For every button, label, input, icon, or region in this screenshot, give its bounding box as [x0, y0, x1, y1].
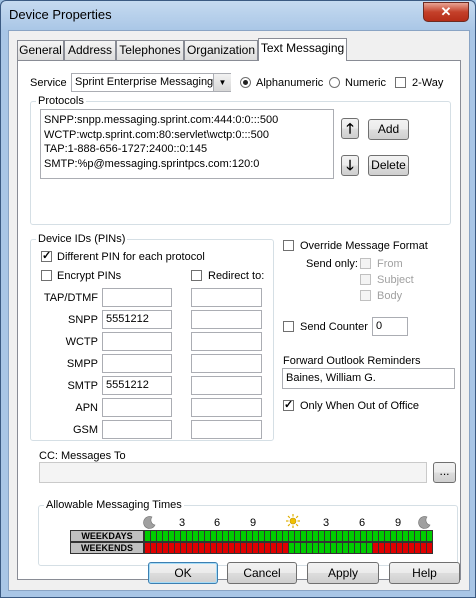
- alphanumeric-label: Alphanumeric: [256, 77, 324, 89]
- pin-label-snpp: SNPP: [68, 314, 98, 326]
- pin-input-snpp[interactable]: 5551212: [102, 310, 172, 329]
- moon-icon: [143, 516, 156, 529]
- redirect-input-smpp[interactable]: [191, 354, 262, 373]
- cc-input[interactable]: [39, 462, 427, 483]
- weekdays-label: WEEKDAYS: [70, 530, 144, 542]
- list-item[interactable]: SNPP:snpp.messaging.sprint.com:444:0:0::…: [44, 113, 330, 128]
- text-messaging-panel: Service Sprint Enterprise Messaging ▼ Al…: [17, 60, 461, 580]
- close-icon: ✕: [440, 4, 452, 19]
- from-checkbox[interactable]: [360, 258, 371, 269]
- add-protocol-button[interactable]: Add: [368, 119, 409, 140]
- tab-address[interactable]: Address: [64, 40, 116, 60]
- only-when-out-checkbox[interactable]: ✓: [283, 400, 294, 411]
- redirect-input-wctp[interactable]: [191, 332, 262, 351]
- send-counter-label: Send Counter: [300, 321, 368, 333]
- hour-label: 9: [395, 517, 402, 529]
- weekends-label: WEEKENDS: [70, 542, 144, 554]
- cancel-button[interactable]: Cancel: [227, 562, 297, 584]
- move-up-button[interactable]: 🡑: [341, 118, 359, 139]
- redirect-input-snpp[interactable]: [191, 310, 262, 329]
- tab-telephones[interactable]: Telephones: [116, 40, 184, 60]
- pin-input-smtp[interactable]: 5551212: [102, 376, 172, 395]
- pin-label-tap: TAP/DTMF: [43, 292, 98, 304]
- device-ids-title: Device IDs (PINs): [36, 233, 128, 245]
- moon-icon: [418, 516, 431, 529]
- pin-label-gsm: GSM: [72, 424, 98, 436]
- numeric-radio[interactable]: [329, 77, 340, 88]
- tab-general[interactable]: General: [17, 40, 64, 60]
- redirect-input-tap[interactable]: [191, 288, 262, 307]
- alphanumeric-radio[interactable]: [240, 77, 251, 88]
- dialog-window: Device Properties ✕ General Address Tele…: [0, 0, 476, 598]
- redirect-input-apn[interactable]: [191, 398, 262, 417]
- reminders-input[interactable]: Baines, William G.: [282, 368, 455, 389]
- body-checkbox[interactable]: [360, 290, 371, 301]
- different-pin-label: Different PIN for each protocol: [57, 251, 205, 263]
- messaging-times-title: Allowable Messaging Times: [44, 499, 184, 511]
- encrypt-pins-checkbox[interactable]: [41, 270, 52, 281]
- override-format-checkbox[interactable]: [283, 240, 294, 251]
- time-slot-cell[interactable]: [426, 542, 433, 554]
- send-counter-input[interactable]: 0: [372, 317, 408, 336]
- redirect-to-checkbox[interactable]: [191, 270, 202, 281]
- arrow-down-icon: 🡓: [346, 157, 354, 173]
- two-way-checkbox[interactable]: [395, 77, 406, 88]
- encrypt-pins-label: Encrypt PINs: [57, 270, 122, 282]
- redirect-input-gsm[interactable]: [191, 420, 262, 439]
- hour-label: 9: [250, 517, 257, 529]
- tab-organization[interactable]: Organization: [184, 40, 258, 60]
- list-item[interactable]: TAP:1-888-656-1727:2400::0:145: [44, 142, 330, 157]
- service-value: Sprint Enterprise Messaging: [75, 76, 214, 88]
- pin-input-smpp[interactable]: [102, 354, 172, 373]
- redirect-input-smtp[interactable]: [191, 376, 262, 395]
- window-title: Device Properties: [9, 7, 112, 22]
- cc-browse-button[interactable]: ...: [433, 462, 456, 483]
- arrow-up-icon: 🡑: [346, 120, 354, 136]
- title-bar[interactable]: Device Properties ✕: [1, 1, 475, 29]
- hour-label: 6: [359, 517, 366, 529]
- pin-input-gsm[interactable]: [102, 420, 172, 439]
- list-item[interactable]: WCTP:wctp.sprint.com:80:servlet\wctp:0::…: [44, 128, 330, 143]
- service-label: Service: [30, 77, 67, 89]
- tab-text-messaging[interactable]: Text Messaging: [258, 38, 347, 61]
- hour-label: 3: [179, 517, 186, 529]
- pin-input-tap[interactable]: [102, 288, 172, 307]
- pin-label-apn: APN: [75, 402, 98, 414]
- two-way-label: 2-Way: [412, 77, 444, 89]
- chevron-down-icon[interactable]: ▼: [213, 74, 231, 91]
- protocols-list[interactable]: SNPP:snpp.messaging.sprint.com:444:0:0::…: [40, 109, 334, 179]
- only-when-out-label: Only When Out of Office: [300, 400, 420, 412]
- send-only-label: Send only:: [306, 258, 358, 270]
- pin-label-smtp: SMTP: [67, 380, 98, 392]
- protocols-title: Protocols: [36, 95, 86, 107]
- numeric-label: Numeric: [345, 77, 386, 89]
- reminders-label: Forward Outlook Reminders: [283, 355, 421, 367]
- hour-label: 6: [214, 517, 221, 529]
- from-label: From: [377, 258, 403, 270]
- delete-protocol-button[interactable]: Delete: [368, 155, 409, 176]
- pin-input-apn[interactable]: [102, 398, 172, 417]
- hour-label: 3: [323, 517, 330, 529]
- ok-button[interactable]: OK: [148, 562, 218, 584]
- pin-label-wctp: WCTP: [65, 336, 98, 348]
- list-item[interactable]: SMTP:%p@messaging.sprintpcs.com:120:0: [44, 157, 330, 172]
- move-down-button[interactable]: 🡓: [341, 155, 359, 176]
- service-select[interactable]: Sprint Enterprise Messaging: [71, 73, 231, 92]
- subject-label: Subject: [377, 274, 414, 286]
- help-button[interactable]: Help: [389, 562, 460, 584]
- sun-icon: [286, 514, 300, 528]
- time-slot-cell[interactable]: [426, 530, 433, 542]
- body-label: Body: [377, 290, 403, 302]
- redirect-to-label: Redirect to:: [208, 270, 265, 282]
- different-pin-checkbox[interactable]: ✓: [41, 251, 52, 262]
- dialog-client: General Address Telephones Organization …: [8, 30, 470, 591]
- pin-input-wctp[interactable]: [102, 332, 172, 351]
- apply-button[interactable]: Apply: [307, 562, 379, 584]
- subject-checkbox[interactable]: [360, 274, 371, 285]
- send-counter-checkbox[interactable]: [283, 321, 294, 332]
- override-format-label: Override Message Format: [300, 240, 428, 252]
- pin-label-smpp: SMPP: [66, 358, 98, 370]
- close-button[interactable]: ✕: [423, 2, 469, 22]
